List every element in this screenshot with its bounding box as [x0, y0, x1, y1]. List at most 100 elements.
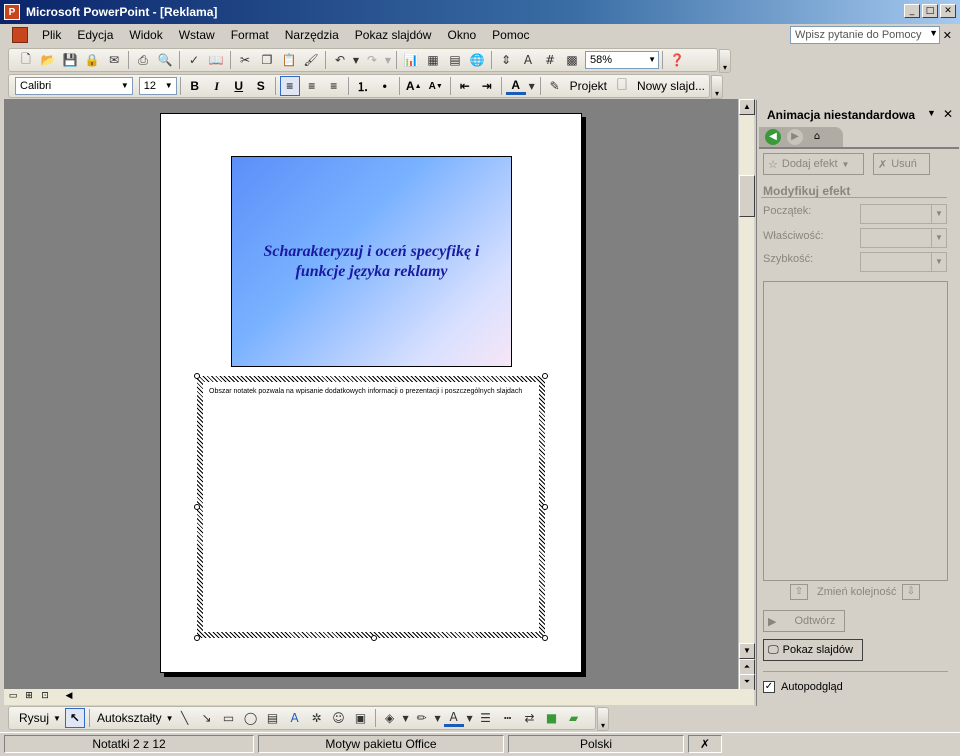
research-icon[interactable]: 📖: [206, 50, 226, 70]
line-color-dropdown-icon[interactable]: ▼: [434, 708, 442, 728]
font-color-dropdown-icon[interactable]: ▼: [528, 76, 536, 96]
font-color-draw-dropdown-icon[interactable]: ▼: [466, 708, 474, 728]
autoshapes-button[interactable]: Autokształty: [93, 711, 166, 725]
zoom-select[interactable]: 58% ▼: [585, 51, 659, 69]
minimize-button[interactable]: _: [904, 4, 920, 18]
align-left-icon[interactable]: ≡: [279, 76, 300, 96]
copy-icon[interactable]: ❐: [257, 50, 277, 70]
toolbar-options-icon[interactable]: ▾: [597, 707, 609, 731]
expand-all-icon[interactable]: ⇕: [496, 50, 516, 70]
slide-thumbnail[interactable]: Scharakteryzuj i oceń specyfikę i funkcj…: [231, 156, 512, 367]
decrease-font-icon[interactable]: A ▼: [426, 76, 446, 96]
font-size-dropdown-icon[interactable]: ▼: [165, 78, 173, 94]
draw-dropdown-icon[interactable]: ▼: [53, 714, 61, 723]
scroll-up-icon[interactable]: ▲: [739, 99, 755, 115]
numbering-icon[interactable]: ⒈: [353, 76, 373, 96]
redo-dropdown-icon[interactable]: ▼: [384, 50, 392, 70]
shadow-button[interactable]: S: [251, 76, 271, 96]
menu-tools[interactable]: Narzędzia: [277, 24, 347, 46]
line-style-icon[interactable]: ☰: [476, 708, 496, 728]
powerpoint-app-icon[interactable]: P: [4, 4, 20, 20]
3d-style-icon[interactable]: ▰: [564, 708, 584, 728]
animation-list[interactable]: [763, 281, 948, 581]
rectangle-icon[interactable]: ▭: [219, 708, 239, 728]
help-dropdown-icon[interactable]: ▼: [929, 28, 938, 38]
resize-handle-br[interactable]: [542, 635, 548, 641]
undo-dropdown-icon[interactable]: ▼: [352, 50, 360, 70]
help-search-input[interactable]: Wpisz pytanie do Pomocy: [790, 26, 940, 44]
previous-slide-icon[interactable]: ⏶: [739, 659, 755, 675]
resize-handle-r[interactable]: [542, 504, 548, 510]
menu-window[interactable]: Okno: [439, 24, 484, 46]
arrow-style-icon[interactable]: ⇄: [520, 708, 540, 728]
arrow-icon[interactable]: ↘: [197, 708, 217, 728]
undo-icon[interactable]: ↶: [330, 50, 350, 70]
bold-button[interactable]: B: [185, 76, 205, 96]
print-preview-icon[interactable]: 🔍: [155, 50, 175, 70]
slideshow-view-icon[interactable]: ⊡: [38, 691, 52, 703]
hyperlink-icon[interactable]: 🌐: [467, 50, 487, 70]
show-grid-icon[interactable]: #: [540, 50, 560, 70]
speed-dropdown-icon[interactable]: ▼: [931, 253, 946, 271]
property-select[interactable]: ▼: [860, 228, 947, 248]
scroll-thumb[interactable]: [739, 175, 755, 217]
scroll-down-icon[interactable]: ▼: [739, 643, 755, 659]
font-color-draw-icon[interactable]: A: [443, 709, 464, 727]
increase-indent-icon[interactable]: ⇥: [477, 76, 497, 96]
slide-sorter-icon[interactable]: ⊞: [22, 691, 36, 703]
start-dropdown-icon[interactable]: ▼: [931, 205, 946, 223]
line-color-icon[interactable]: ✏: [412, 708, 432, 728]
draw-menu-button[interactable]: Rysuj: [15, 711, 53, 725]
shadow-style-icon[interactable]: ■: [542, 708, 562, 728]
design-button[interactable]: Projekt: [566, 79, 611, 93]
normal-view-icon[interactable]: ▭: [6, 691, 20, 703]
scroll-left-icon[interactable]: ◀: [62, 691, 76, 703]
underline-button[interactable]: U: [229, 76, 249, 96]
fill-color-dropdown-icon[interactable]: ▼: [402, 708, 410, 728]
task-pane-close-icon[interactable]: ✕: [943, 107, 953, 121]
redo-icon[interactable]: ↷: [362, 50, 382, 70]
speed-select[interactable]: ▼: [860, 252, 947, 272]
paste-icon[interactable]: 📋: [279, 50, 299, 70]
fill-color-icon[interactable]: ◈: [380, 708, 400, 728]
align-right-icon[interactable]: ≡: [324, 76, 344, 96]
insert-chart-icon[interactable]: 📊: [401, 50, 421, 70]
spelling-icon[interactable]: ✓: [184, 50, 204, 70]
insert-table-icon[interactable]: ▦: [423, 50, 443, 70]
open-icon[interactable]: 📂: [38, 50, 58, 70]
notes-placeholder[interactable]: Obszar notatek pozwala na wpisanie dodat…: [194, 373, 548, 641]
toolbar-options-icon[interactable]: ▾: [711, 75, 723, 99]
textbox-icon[interactable]: ▤: [263, 708, 283, 728]
theme-name[interactable]: Motyw pakietu Office: [258, 735, 504, 753]
permission-icon[interactable]: 🔒: [82, 50, 102, 70]
next-slide-icon[interactable]: ⏷: [739, 674, 755, 690]
zoom-dropdown-icon[interactable]: ▼: [648, 52, 656, 68]
home-icon[interactable]: ⌂: [809, 129, 825, 145]
menu-insert[interactable]: Wstaw: [171, 24, 223, 46]
italic-button[interactable]: I: [207, 76, 227, 96]
task-pane-menu-icon[interactable]: ▼: [927, 108, 936, 118]
dash-style-icon[interactable]: ┅: [498, 708, 518, 728]
vertical-scrollbar[interactable]: ▲ ▼ ⏶ ⏷: [738, 99, 755, 690]
font-dropdown-icon[interactable]: ▼: [121, 78, 129, 94]
forward-icon[interactable]: ▶: [787, 129, 803, 145]
cut-icon[interactable]: ✂: [235, 50, 255, 70]
resize-handle-l[interactable]: [194, 504, 200, 510]
close-button[interactable]: ✕: [940, 4, 956, 18]
menu-slideshow[interactable]: Pokaz slajdów: [347, 24, 440, 46]
resize-handle-b[interactable]: [371, 635, 377, 641]
help-icon[interactable]: ❓: [667, 50, 687, 70]
slideshow-button[interactable]: 🖵 Pokaz slajdów: [763, 639, 863, 661]
autopreview-checkbox[interactable]: ✓ Autopodgląd: [763, 681, 843, 693]
oval-icon[interactable]: ◯: [241, 708, 261, 728]
add-effect-button[interactable]: ☆ Dodaj efekt ▼: [763, 153, 864, 175]
font-select[interactable]: Calibri ▼: [15, 77, 133, 95]
email-icon[interactable]: ✉: [104, 50, 124, 70]
diagram-icon[interactable]: ✲: [307, 708, 327, 728]
remove-button[interactable]: ✗ Usuń: [873, 153, 930, 175]
document-icon[interactable]: [12, 27, 28, 43]
start-select[interactable]: ▼: [860, 204, 947, 224]
menu-help[interactable]: Pomoc: [484, 24, 537, 46]
autoshapes-dropdown-icon[interactable]: ▼: [166, 714, 174, 723]
property-dropdown-icon[interactable]: ▼: [931, 229, 946, 247]
